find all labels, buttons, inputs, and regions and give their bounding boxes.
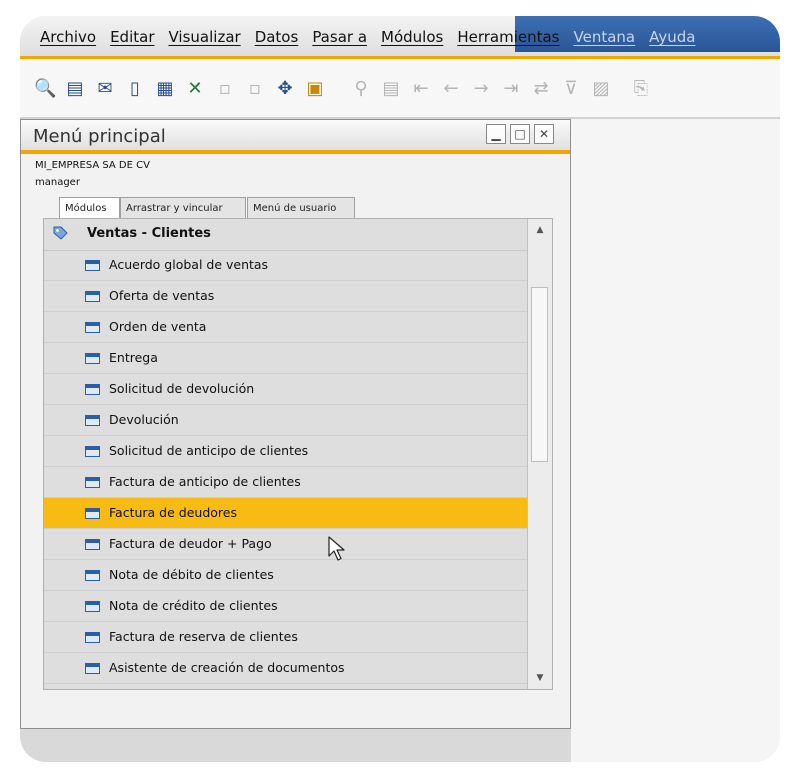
refresh-icon[interactable]: ⇄ xyxy=(530,77,552,101)
menu-archivo[interactable]: Archivo xyxy=(40,28,96,46)
tag-icon xyxy=(53,226,68,240)
last-record-icon[interactable]: ⇥ xyxy=(500,77,522,101)
add-icon[interactable]: ▤ xyxy=(380,77,402,101)
list-item-label: Oferta de ventas xyxy=(109,288,215,303)
word-export-icon[interactable]: ▫ xyxy=(214,77,236,101)
close-button[interactable]: ✕ xyxy=(534,124,554,144)
list-item[interactable]: Devolución xyxy=(44,405,527,436)
list-item[interactable]: Solicitud de devolución xyxy=(44,374,527,405)
toolbar: 🔍 ▤ ✉ ▯ ▦ ✕ ▫ ▫ ✥ ▣ ⚲ ▤ ⇤ ← → ⇥ ⇄ ⊽ ▨ ⎘ xyxy=(20,59,780,119)
next-record-icon[interactable]: → xyxy=(470,77,492,101)
list-item-label: Nota de débito de clientes xyxy=(109,567,274,582)
menu-herramientas[interactable]: Herramientas xyxy=(457,28,559,46)
list-item[interactable]: Solicitud de anticipo de clientes xyxy=(44,436,527,467)
section-header[interactable]: Ventas - Clientes xyxy=(44,219,527,251)
maximize-button[interactable]: □ xyxy=(510,124,530,144)
list-item[interactable]: Nota de crédito de clientes xyxy=(44,591,527,622)
menu-visualizar[interactable]: Visualizar xyxy=(169,28,241,46)
previous-record-icon[interactable]: ← xyxy=(440,77,462,101)
scroll-down-icon[interactable]: ▼ xyxy=(531,670,549,686)
filter-icon[interactable]: ⊽ xyxy=(560,77,582,101)
form-icon xyxy=(85,570,100,581)
list-item[interactable]: Orden de venta xyxy=(44,312,527,343)
form-icon xyxy=(85,446,100,457)
company-name: MI_EMPRESA SA DE CV xyxy=(35,160,150,171)
menu-bar: Archivo Editar Visualizar Datos Pasar a … xyxy=(20,16,780,56)
find-icon[interactable]: ⚲ xyxy=(350,77,372,101)
list-item[interactable]: Acuerdo global de ventas xyxy=(44,250,527,281)
menu-pasar-a[interactable]: Pasar a xyxy=(312,28,367,46)
list-item[interactable]: Factura de reserva de clientes xyxy=(44,622,527,653)
module-tree: Ventas - Clientes Acuerdo global de vent… xyxy=(43,218,553,690)
scroll-thumb[interactable] xyxy=(531,287,548,462)
copy-icon[interactable]: ⎘ xyxy=(630,77,652,101)
tab-menu-de-usuario[interactable]: Menú de usuario xyxy=(247,197,355,218)
print-icon[interactable]: ▤ xyxy=(64,77,86,101)
list-item-label: Solicitud de devolución xyxy=(109,381,255,396)
list-item[interactable]: Factura de deudor + Pago xyxy=(44,529,527,560)
list-item-label: Factura de reserva de clientes xyxy=(109,629,298,644)
form-icon xyxy=(85,539,100,550)
sort-icon[interactable]: ▨ xyxy=(590,77,612,101)
form-icon xyxy=(85,477,100,488)
list-item-label: Acuerdo global de ventas xyxy=(109,257,269,272)
window-title: Menú principal xyxy=(33,126,166,147)
form-icon xyxy=(85,632,100,643)
list-item[interactable]: Asistente de creación de documentos xyxy=(44,653,527,684)
list-item-label: Orden de venta xyxy=(109,319,207,334)
form-icon xyxy=(85,322,100,333)
form-icon xyxy=(85,353,100,364)
list-item[interactable]: Factura de anticipo de clientes xyxy=(44,467,527,498)
menu-ventana[interactable]: Ventana xyxy=(574,28,636,46)
menu-editar[interactable]: Editar xyxy=(110,28,154,46)
list-item-label: Factura de deudores xyxy=(109,505,237,520)
section-title: Ventas - Clientes xyxy=(87,226,211,241)
list-item-label: Entrega xyxy=(109,350,158,365)
form-icon xyxy=(85,508,100,519)
list-item[interactable]: Oferta de ventas xyxy=(44,281,527,312)
form-icon xyxy=(85,601,100,612)
lock-icon[interactable]: ▣ xyxy=(304,77,326,101)
main-menu-window: Menú principal ▁ □ ✕ MI_EMPRESA SA DE CV… xyxy=(20,119,571,729)
list-item[interactable]: Entrega xyxy=(44,343,527,374)
menu-modulos[interactable]: Módulos xyxy=(381,28,443,46)
menu-datos[interactable]: Datos xyxy=(255,28,299,46)
tab-modulos[interactable]: Módulos xyxy=(59,197,120,220)
tab-arrastrar-y-vincular[interactable]: Arrastrar y vincular xyxy=(120,197,246,218)
vertical-scrollbar[interactable]: ▲ ▼ xyxy=(527,219,552,689)
menu-items: Archivo Editar Visualizar Datos Pasar a … xyxy=(40,28,695,46)
list-item-label: Solicitud de anticipo de clientes xyxy=(109,443,309,458)
navigate-icon[interactable]: ✥ xyxy=(274,77,296,101)
desktop-area xyxy=(571,119,780,762)
first-record-icon[interactable]: ⇤ xyxy=(410,77,432,101)
preview-icon[interactable]: 🔍 xyxy=(34,77,56,101)
list-item-label: Nota de crédito de clientes xyxy=(109,598,278,613)
list-item-selected[interactable]: Factura de deudores xyxy=(44,498,527,529)
scroll-up-icon[interactable]: ▲ xyxy=(531,222,549,238)
form-icon xyxy=(85,384,100,395)
list-item-label: Devolución xyxy=(109,412,179,427)
sms-icon[interactable]: ▯ xyxy=(124,77,146,101)
list-item-label: Asistente de creación de documentos xyxy=(109,660,345,675)
form-icon xyxy=(85,260,100,271)
minimize-button[interactable]: ▁ xyxy=(486,124,506,144)
mouse-cursor-icon xyxy=(328,536,345,561)
screen: Archivo Editar Visualizar Datos Pasar a … xyxy=(20,16,780,762)
window-title-bar[interactable]: Menú principal ▁ □ ✕ xyxy=(21,120,570,154)
form-icon xyxy=(85,415,100,426)
menu-ayuda[interactable]: Ayuda xyxy=(649,28,695,46)
list-item-label: Factura de anticipo de clientes xyxy=(109,474,301,489)
form-icon xyxy=(85,663,100,674)
list-item[interactable]: Nota de débito de clientes xyxy=(44,560,527,591)
email-icon[interactable]: ✉ xyxy=(94,77,116,101)
form-icon xyxy=(85,291,100,302)
pdf-export-icon[interactable]: ▫ xyxy=(244,77,266,101)
fax-icon[interactable]: ▦ xyxy=(154,77,176,101)
user-name: manager xyxy=(35,177,80,188)
list-item-label: Factura de deudor + Pago xyxy=(109,536,272,551)
excel-export-icon[interactable]: ✕ xyxy=(184,77,206,101)
